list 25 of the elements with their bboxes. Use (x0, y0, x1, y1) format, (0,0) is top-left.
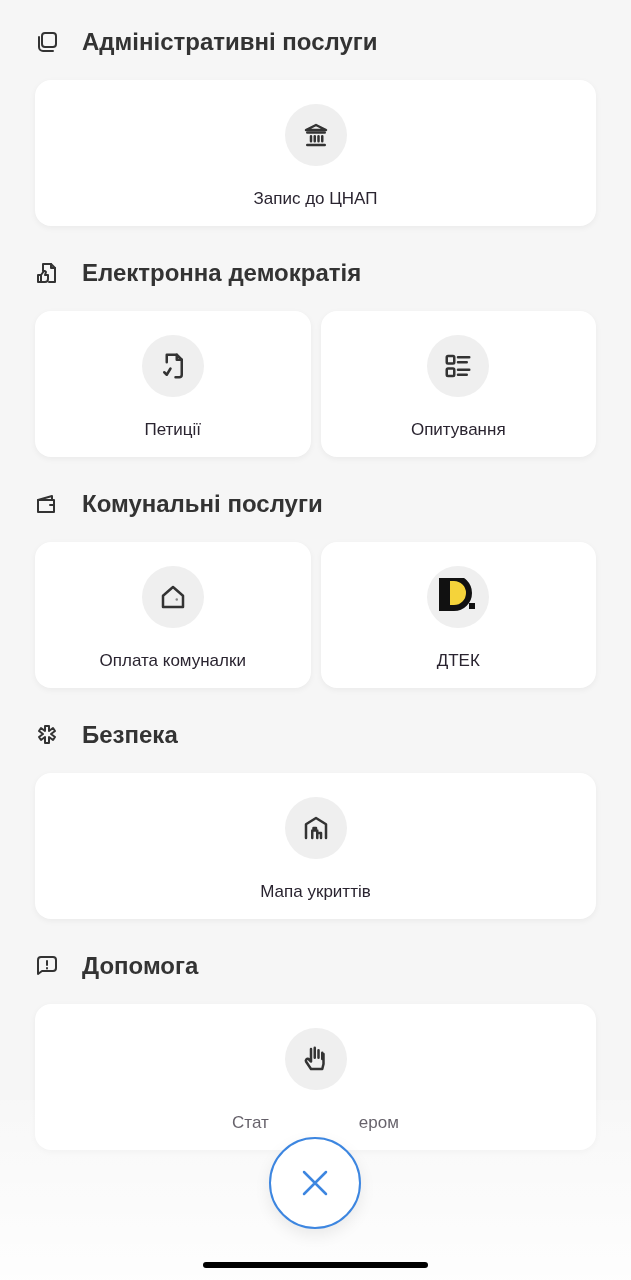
service-card[interactable]: Запис до ЦНАП (35, 80, 596, 226)
section-title: Допомога (82, 951, 199, 981)
service-card[interactable]: Опитування (320, 311, 596, 457)
close-icon (302, 1170, 328, 1196)
card-label: Мапа укриттів (260, 881, 371, 903)
service-card[interactable]: Оплата комуналки (35, 542, 311, 688)
card-label: Стат (232, 1112, 269, 1134)
folders-icon (35, 30, 59, 54)
card-label: Петиції (144, 419, 202, 441)
asterisk-icon (35, 723, 59, 747)
card-label: ДТЕК (436, 650, 480, 672)
card-label: ером (358, 1112, 399, 1134)
document-thumb-icon (35, 261, 59, 285)
section-title: Безпека (82, 720, 178, 750)
service-card[interactable]: ДТЕК (320, 542, 596, 688)
card-label: Запис до ЦНАП (253, 188, 378, 210)
section-title: Адміністративні послуги (82, 27, 378, 57)
alert-message-icon (35, 954, 59, 978)
section-title: Електронна демократія (82, 258, 362, 288)
service-card[interactable]: Петиції (35, 311, 311, 457)
section-title: Комунальні послуги (82, 489, 323, 519)
card-label: Опитування (410, 419, 506, 441)
card-label: Оплата комуналки (99, 650, 246, 672)
service-card[interactable]: Стат ером (35, 1004, 596, 1150)
service-card[interactable]: Мапа укриттів (35, 773, 596, 919)
